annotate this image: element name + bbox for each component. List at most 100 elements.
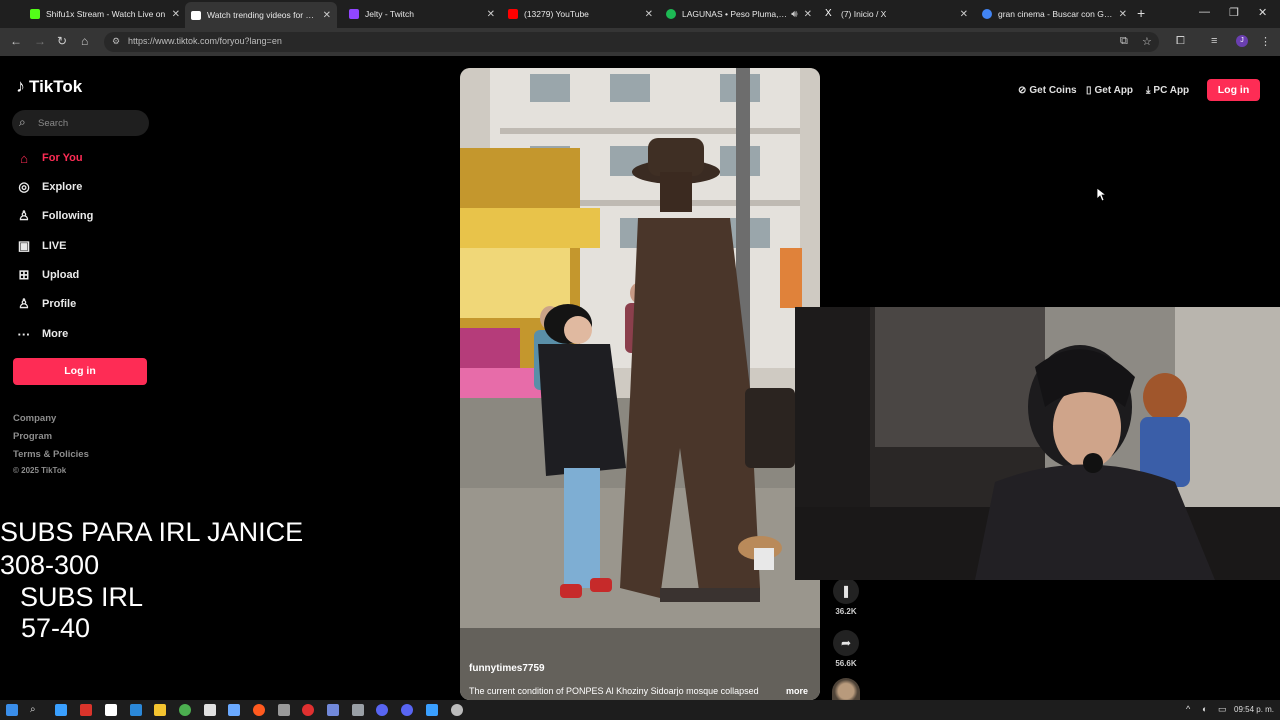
discord-icon[interactable]	[401, 704, 413, 716]
close-tab-icon[interactable]: ✕	[645, 9, 653, 20]
video-player[interactable]: funnytimes7759 The current condition of …	[460, 68, 820, 700]
get-coins-label: Get Coins	[1029, 84, 1077, 96]
minimize-button[interactable]: —	[1199, 6, 1210, 18]
site-info-icon[interactable]: ⚙	[112, 36, 120, 47]
tab-kick[interactable]: Shifu1x Stream - Watch Live on ✕	[30, 4, 180, 24]
sidebar-item-following[interactable]: ♙ Following	[16, 206, 93, 226]
tab-google[interactable]: gran cinema - Buscar con Goo ✕	[982, 4, 1127, 24]
sidebar-item-label: LIVE	[42, 240, 67, 252]
stream-overlay-text: SUBS PARA IRL JANICE 308-300 SUBS IRL 57…	[0, 516, 303, 644]
sidebar-item-more[interactable]: ··· More	[16, 324, 69, 344]
pc-app-button[interactable]: ⤓ PC App	[1146, 83, 1189, 97]
profile-avatar[interactable]: J	[1236, 35, 1248, 47]
taskbar-app-icon[interactable]	[352, 704, 364, 716]
tab-title: gran cinema - Buscar con Goo	[998, 9, 1113, 19]
windows-taskbar: ⌕ ^ ◐ ▭ 09:54 p. m.	[0, 700, 1280, 720]
taskbar-app-icon[interactable]	[204, 704, 216, 716]
discord-icon[interactable]	[376, 704, 388, 716]
caption-more-button[interactable]: more	[786, 686, 808, 696]
x-favicon-icon: X	[825, 8, 832, 19]
profile-icon: ♙	[18, 296, 30, 311]
taskbar-app-icon[interactable]	[253, 704, 265, 716]
share-icon[interactable]: ➦	[833, 630, 859, 656]
tab-youtube[interactable]: (13279) YouTube ✕	[508, 4, 653, 24]
install-app-icon[interactable]: ⧉	[1120, 35, 1128, 48]
tab-tiktok[interactable]: Watch trending videos for you ✕	[185, 2, 337, 28]
start-icon[interactable]	[6, 704, 18, 716]
sidebar-item-upload[interactable]: ⊞ Upload	[16, 265, 80, 285]
footer-link-program[interactable]: Program	[13, 431, 52, 442]
taskbar-app-icon[interactable]	[228, 704, 240, 716]
music-disc-icon[interactable]	[832, 678, 860, 700]
speaker-icon[interactable]: 🔊︎	[791, 9, 797, 20]
upload-icon: ⊞	[18, 267, 30, 282]
sidebar-item-label: More	[42, 328, 69, 340]
bookmark-action[interactable]: ❚ 36.2K	[833, 578, 859, 616]
search-icon[interactable]: ⌕	[30, 704, 42, 716]
home-icon[interactable]: ⌂	[81, 34, 88, 48]
address-bar[interactable]: ⚙ https://www.tiktok.com/foryou?lang=en	[104, 32, 1159, 52]
reload-icon[interactable]: ↻	[57, 34, 67, 48]
sidebar-item-for-you[interactable]: ⌂ For You	[16, 148, 83, 168]
url-text[interactable]: https://www.tiktok.com/foryou?lang=en	[128, 36, 282, 46]
bookmark-star-icon[interactable]: ☆	[1142, 35, 1152, 48]
sidebar-item-live[interactable]: ▣ LIVE	[16, 236, 67, 256]
close-tab-icon[interactable]: ✕	[172, 9, 180, 20]
new-tab-button[interactable]: +	[1137, 5, 1145, 21]
footer-link-company[interactable]: Company	[13, 413, 56, 424]
restore-button[interactable]: ❐	[1229, 6, 1239, 19]
tray-chevron-icon[interactable]: ^	[1186, 704, 1190, 714]
share-action[interactable]: ➦ 56.6K	[833, 630, 859, 668]
close-tab-icon[interactable]: ✕	[960, 9, 968, 20]
header-login-button[interactable]: Log in	[1207, 79, 1260, 101]
taskbar-app-icon[interactable]	[451, 704, 463, 716]
taskbar-app-icon[interactable]	[80, 704, 92, 716]
overlay-line-3: SUBS IRL	[20, 582, 144, 612]
taskbar-app-icon[interactable]	[426, 704, 438, 716]
display-icon[interactable]: ▭	[1218, 704, 1227, 715]
taskbar-app-icon[interactable]	[278, 704, 290, 716]
logo-text: TikTok	[29, 76, 83, 96]
taskbar-app-icon[interactable]	[130, 704, 142, 716]
close-tab-icon[interactable]: ✕	[487, 9, 495, 20]
sidebar-item-profile[interactable]: ♙ Profile	[16, 294, 76, 314]
more-icon: ···	[17, 326, 31, 342]
bookmark-icon[interactable]: ❚	[833, 578, 859, 604]
network-icon[interactable]: ◐	[1202, 704, 1207, 714]
sidebar-item-label: For You	[42, 152, 83, 164]
get-app-button[interactable]: ▯ Get App	[1086, 83, 1133, 97]
footer-link-terms[interactable]: Terms & Policies	[13, 449, 89, 460]
overlay-line-2: 308-300	[0, 550, 100, 580]
close-tab-icon[interactable]: ✕	[1119, 9, 1127, 20]
chrome-icon[interactable]	[179, 704, 191, 716]
media-control-icon[interactable]: ≡	[1211, 35, 1217, 47]
sidebar-item-explore[interactable]: ◎ Explore	[16, 177, 82, 197]
tab-twitch[interactable]: Jelty - Twitch ✕	[349, 4, 495, 24]
browser-menu-icon[interactable]: ⋮	[1260, 35, 1271, 48]
close-tab-icon[interactable]: ✕	[804, 9, 812, 20]
forward-arrow-icon[interactable]: →	[34, 34, 46, 48]
browser-toolbar: ← → ↻ ⌂ ⚙ https://www.tiktok.com/foryou?…	[0, 28, 1280, 56]
search-icon: ⌕	[19, 115, 26, 129]
search-input[interactable]: ⌕ Search	[12, 110, 149, 136]
taskbar-app-icon[interactable]	[327, 704, 339, 716]
back-arrow-icon[interactable]: ←	[10, 34, 22, 48]
extensions-icon[interactable]: ⧠	[1176, 35, 1185, 48]
sidebar-item-label: Following	[42, 210, 94, 222]
sidebar-login-button[interactable]: Log in	[13, 358, 147, 385]
tiktok-logo[interactable]: ♪ TikTok	[16, 76, 82, 97]
file-explorer-icon[interactable]	[154, 704, 166, 716]
close-tab-icon[interactable]: ✕	[323, 10, 331, 21]
tab-spotify[interactable]: LAGUNAS • Peso Pluma, Je 🔊︎ ✕	[666, 4, 812, 24]
video-author-link[interactable]: funnytimes7759	[469, 663, 545, 674]
get-coins-button[interactable]: ⊘ Get Coins	[1018, 83, 1077, 97]
taskbar-app-icon[interactable]	[55, 704, 67, 716]
tab-x[interactable]: X (7) Inicio / X ✕	[825, 4, 968, 24]
search-placeholder: Search	[38, 118, 69, 129]
download-icon: ⤓	[1146, 84, 1151, 96]
taskbar-app-icon[interactable]	[105, 704, 117, 716]
copyright-text: © 2025 TikTok	[13, 466, 67, 475]
taskbar-app-icon[interactable]	[302, 704, 314, 716]
taskbar-clock[interactable]: 09:54 p. m.	[1234, 705, 1274, 714]
close-window-button[interactable]: ✕	[1258, 6, 1267, 19]
